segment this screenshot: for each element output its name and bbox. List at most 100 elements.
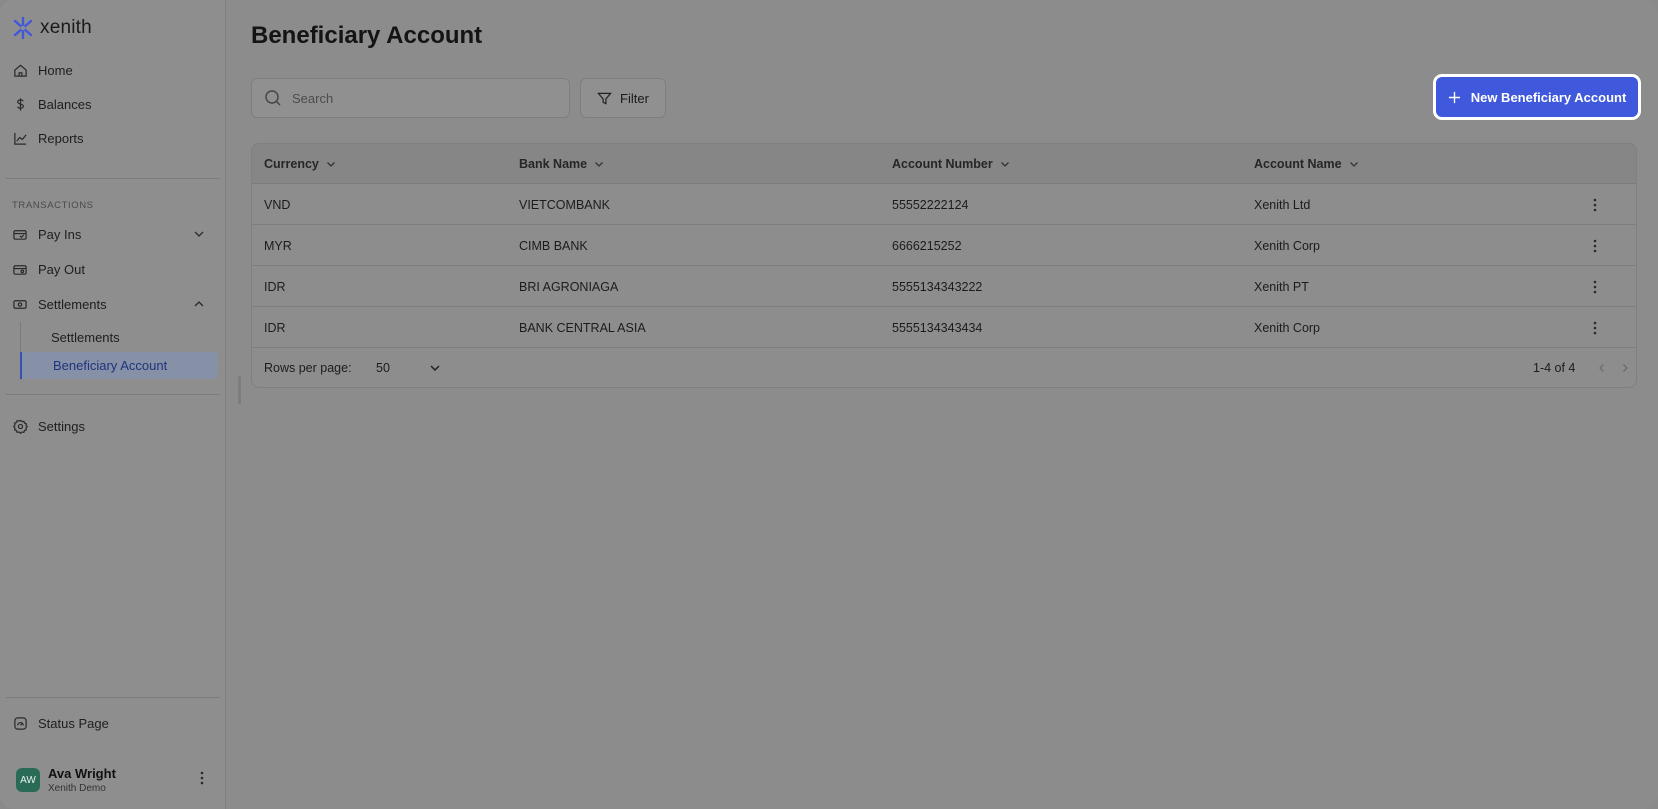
cell-bank-name: BRI AGRONIAGA: [519, 279, 619, 294]
sidebar-item-pay-out[interactable]: Pay Out: [12, 255, 218, 283]
next-page-button[interactable]: [1617, 360, 1633, 376]
row-actions-icon[interactable]: [1588, 237, 1602, 255]
search-icon: [265, 90, 281, 106]
cash-icon: [12, 296, 28, 312]
cell-account-number: 6666215252: [892, 238, 962, 253]
column-header-label: Account Name: [1254, 157, 1342, 171]
wallet-in-icon: [12, 226, 28, 242]
cell-bank-name: VIETCOMBANK: [519, 197, 610, 212]
sidebar-item-label: Balances: [38, 96, 92, 112]
cell-account-name: Xenith Corp: [1254, 320, 1321, 335]
sidebar-item-pay-ins[interactable]: Pay Ins: [12, 220, 218, 248]
sidebar-item-settlements[interactable]: Settlements: [12, 290, 218, 318]
avatar: AW: [16, 768, 40, 792]
row-actions-icon[interactable]: [1588, 319, 1602, 337]
sidebar-item-status-page[interactable]: Status Page: [12, 709, 218, 737]
column-header-label: Bank Name: [519, 157, 588, 171]
sort-chevron-icon: [1349, 162, 1358, 167]
chevron-left-icon: [1599, 364, 1604, 372]
user-profile[interactable]: AW Ava Wright Xenith Demo: [16, 766, 116, 794]
sidebar-item-reports[interactable]: Reports: [12, 124, 218, 152]
search-box[interactable]: [251, 78, 570, 118]
rows-per-page-label: Rows per page:: [264, 361, 352, 375]
new-button-label: New Beneficiary Account: [1470, 89, 1627, 105]
cell-currency: IDR: [264, 320, 286, 335]
cell-currency: VND: [264, 197, 291, 212]
chevron-down-icon[interactable]: [192, 227, 206, 241]
chart-line-icon: [12, 130, 28, 146]
sidebar-item-label: Home: [38, 62, 73, 78]
gear-icon: [12, 418, 28, 434]
table-row[interactable]: IDR BRI AGRONIAGA 5555134343222 Xenith P…: [252, 266, 1636, 307]
sidebar-item-settings[interactable]: Settings: [12, 412, 218, 440]
rows-per-page-value: 50: [376, 361, 390, 375]
cell-bank-name: CIMB BANK: [519, 238, 588, 253]
sidebar-item-home[interactable]: Home: [12, 56, 218, 84]
dollar-icon: [12, 96, 28, 112]
app-window: xenith Home Balances Reports TRANSACTION…: [0, 0, 1658, 809]
new-beneficiary-account-button[interactable]: New Beneficiary Account: [1433, 74, 1641, 120]
sort-chevron-icon: [1000, 162, 1009, 167]
cell-currency: IDR: [264, 279, 286, 294]
logo[interactable]: xenith: [12, 16, 92, 40]
pagination-range: 1-4 of 4: [1533, 361, 1576, 375]
table-row[interactable]: IDR BANK CENTRAL ASIA 5555134343434 Xeni…: [252, 307, 1636, 348]
table-header: Currency Bank Name Account Number Accoun…: [252, 144, 1636, 184]
sidebar-item-label: Status Page: [38, 715, 109, 731]
rows-per-page-select[interactable]: 50: [370, 354, 448, 382]
column-header-bank-name[interactable]: Bank Name: [519, 144, 605, 184]
plus-icon: [1448, 91, 1460, 103]
sidebar-item-label: Pay Out: [38, 261, 85, 277]
row-actions-icon[interactable]: [1588, 278, 1602, 296]
xenith-logo-icon: [13, 16, 33, 40]
sidebar: xenith Home Balances Reports TRANSACTION…: [0, 0, 226, 809]
chevron-right-icon: [1623, 364, 1628, 372]
column-header-account-number[interactable]: Account Number: [892, 144, 1011, 184]
cell-account-name: Xenith Ltd: [1254, 197, 1311, 212]
column-header-label: Account Number: [892, 157, 993, 171]
home-icon: [12, 62, 28, 78]
chevron-down-icon: [430, 365, 440, 372]
cell-bank-name: BANK CENTRAL ASIA: [519, 320, 646, 335]
sidebar-item-label: Reports: [38, 130, 84, 146]
user-org: Xenith Demo: [48, 783, 106, 794]
column-header-currency[interactable]: Currency: [264, 144, 337, 184]
sort-chevron-icon: [326, 162, 335, 167]
cell-account-number: 5555134343222: [892, 279, 983, 294]
search-input[interactable]: [292, 90, 552, 106]
beneficiary-table: Currency Bank Name Account Number Accoun…: [251, 143, 1637, 388]
sidebar-divider: [6, 697, 220, 698]
sort-chevron-icon: [595, 162, 604, 167]
sidebar-subitem-label: Beneficiary Account: [53, 358, 168, 373]
more-vertical-icon[interactable]: [196, 770, 208, 786]
previous-page-button[interactable]: [1594, 360, 1610, 376]
sidebar-item-label: Settings: [38, 418, 85, 434]
sidebar-item-label: Pay Ins: [38, 226, 82, 242]
status-icon: [12, 715, 28, 731]
cell-currency: MYR: [264, 238, 292, 253]
cell-account-name: Xenith PT: [1254, 279, 1309, 294]
filter-icon: [597, 92, 612, 105]
table-row[interactable]: MYR CIMB BANK 6666215252 Xenith Corp: [252, 225, 1636, 266]
section-label-transactions: TRANSACTIONS: [12, 200, 94, 211]
page-title: Beneficiary Account: [251, 22, 483, 49]
user-name: Ava Wright: [48, 766, 116, 781]
cell-account-number: 55552222124: [892, 197, 969, 212]
wallet-out-icon: [12, 261, 28, 277]
sidebar-resize-handle[interactable]: [238, 376, 241, 404]
column-header-account-name[interactable]: Account Name: [1254, 144, 1360, 184]
column-header-label: Currency: [264, 157, 319, 171]
sidebar-divider: [6, 394, 220, 395]
filter-button[interactable]: Filter: [580, 78, 666, 118]
row-actions-icon[interactable]: [1588, 196, 1602, 214]
sidebar-item-balances[interactable]: Balances: [12, 90, 218, 118]
sidebar-subitem-label: Settlements: [51, 330, 120, 345]
cell-account-number: 5555134343434: [892, 320, 983, 335]
chevron-up-icon[interactable]: [192, 297, 206, 311]
sidebar-subitem-settlements[interactable]: Settlements: [20, 324, 218, 351]
filter-label: Filter: [620, 90, 649, 106]
sidebar-divider: [6, 178, 220, 179]
sidebar-subitem-beneficiary-account[interactable]: Beneficiary Account: [20, 352, 218, 379]
sidebar-item-label: Settlements: [38, 296, 107, 312]
table-row[interactable]: VND VIETCOMBANK 55552222124 Xenith Ltd: [252, 184, 1636, 225]
